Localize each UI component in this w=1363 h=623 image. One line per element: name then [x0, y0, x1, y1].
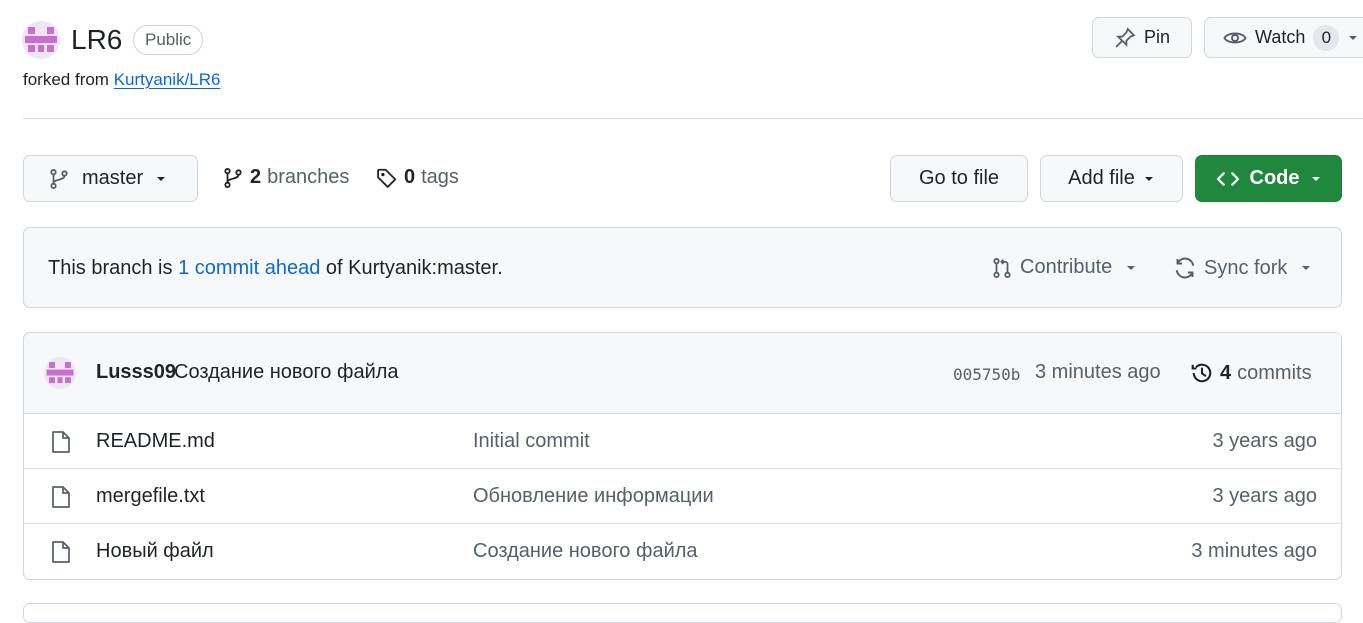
file-table: Lusss09 Создание нового файла 005750b 3 …	[23, 332, 1342, 580]
caret-down-icon	[1127, 265, 1136, 270]
file-name-link[interactable]: README.md	[96, 430, 215, 453]
file-row[interactable]: Новый файл Создание нового файла 3 minut…	[24, 524, 1341, 579]
forked-from-label: forked from	[23, 70, 109, 89]
file-commit-time: 3 years ago	[1212, 485, 1317, 507]
git-branch-icon	[50, 168, 68, 189]
forked-from: forked from Kurtyanik/LR6	[23, 68, 221, 92]
commits-ahead-link[interactable]: 1 commit ahead	[178, 257, 320, 279]
file-commit-link[interactable]: Обновление информации	[473, 485, 714, 508]
tags-count: 0	[404, 166, 416, 188]
file-icon	[52, 486, 70, 508]
go-to-file-button[interactable]: Go to file	[890, 155, 1028, 202]
eye-icon	[1223, 32, 1247, 43]
file-name-link[interactable]: mergefile.txt	[96, 485, 205, 508]
branches-link[interactable]: 2 branches	[222, 166, 349, 189]
pin-label: Pin	[1143, 27, 1170, 47]
code-label: Code	[1249, 167, 1300, 189]
tag-icon	[377, 168, 397, 188]
commits-label: commits	[1237, 361, 1312, 384]
caret-down-icon	[1311, 176, 1320, 181]
branches-count: 2	[250, 166, 262, 188]
watch-label: Watch	[1255, 27, 1306, 47]
file-icon	[52, 541, 70, 563]
history-icon	[1191, 363, 1212, 383]
header-divider	[23, 118, 1363, 119]
contribute-button[interactable]: Contribute	[991, 256, 1137, 279]
add-file-button[interactable]: Add file	[1040, 155, 1183, 202]
git-branch-icon	[224, 167, 242, 188]
contribute-label: Contribute	[1020, 256, 1113, 278]
commit-author-avatar[interactable]	[44, 357, 76, 389]
add-file-label: Add file	[1068, 167, 1135, 189]
fork-status-prefix: This branch is	[48, 257, 173, 279]
tags-link[interactable]: 0 tags	[376, 166, 459, 189]
watch-count: 0	[1313, 24, 1340, 51]
sync-icon	[1175, 257, 1195, 279]
tags-label: tags	[421, 166, 459, 188]
file-icon	[52, 431, 70, 453]
file-row[interactable]: mergefile.txt Обновление информации 3 ye…	[24, 469, 1341, 524]
fork-status-suffix: of Kurtyanik:master.	[325, 257, 503, 279]
repo-owner-avatar[interactable]	[22, 21, 60, 59]
latest-commit-bar: Lusss09 Создание нового файла 005750b 3 …	[24, 333, 1341, 414]
readme-box-edge	[23, 603, 1342, 623]
caret-down-icon	[1349, 35, 1358, 40]
file-row[interactable]: README.md Initial commit 3 years ago	[24, 414, 1341, 469]
commit-author-link[interactable]: Lusss09	[96, 361, 176, 384]
file-commit-link[interactable]: Создание нового файла	[473, 540, 698, 563]
identicon-avatar-icon	[22, 21, 60, 59]
caret-down-icon	[157, 176, 166, 181]
branch-name: master	[82, 167, 144, 189]
branch-select-button[interactable]: master	[23, 155, 198, 202]
file-commit-link[interactable]: Initial commit	[473, 430, 590, 453]
pin-icon	[1115, 26, 1136, 48]
go-to-file-label: Go to file	[918, 167, 1000, 189]
identicon-avatar-icon	[44, 357, 76, 389]
commit-message-link[interactable]: Создание нового файла	[174, 361, 399, 384]
file-commit-time: 3 years ago	[1212, 430, 1317, 452]
file-name-link[interactable]: Новый файл	[96, 540, 214, 563]
watch-button[interactable]: Watch 0	[1204, 17, 1363, 58]
sync-fork-label: Sync fork	[1204, 256, 1288, 279]
commit-sha-link[interactable]: 005750b	[953, 365, 1020, 384]
caret-down-icon	[1302, 266, 1311, 270]
pin-button[interactable]: Pin	[1092, 17, 1192, 58]
commits-count: 4	[1220, 361, 1232, 384]
visibility-badge: Public	[133, 25, 204, 55]
git-pull-request-icon	[993, 257, 1011, 278]
code-button[interactable]: Code	[1195, 155, 1342, 202]
repo-name[interactable]: LR6	[71, 22, 122, 58]
sync-fork-button[interactable]: Sync fork	[1173, 256, 1312, 280]
branches-label: branches	[267, 166, 350, 188]
fork-status-message: This branch is 1 commit ahead of Kurtyan…	[48, 256, 503, 280]
forked-from-link[interactable]: Kurtyanik/LR6	[114, 70, 221, 89]
file-commit-time: 3 minutes ago	[1191, 540, 1317, 562]
commits-history-link[interactable]: 4 commits	[1190, 361, 1312, 385]
caret-down-icon	[1144, 176, 1153, 181]
commit-time: 3 minutes ago	[1035, 361, 1161, 383]
code-icon	[1216, 171, 1239, 186]
fork-status-box: This branch is 1 commit ahead of Kurtyan…	[23, 227, 1342, 308]
